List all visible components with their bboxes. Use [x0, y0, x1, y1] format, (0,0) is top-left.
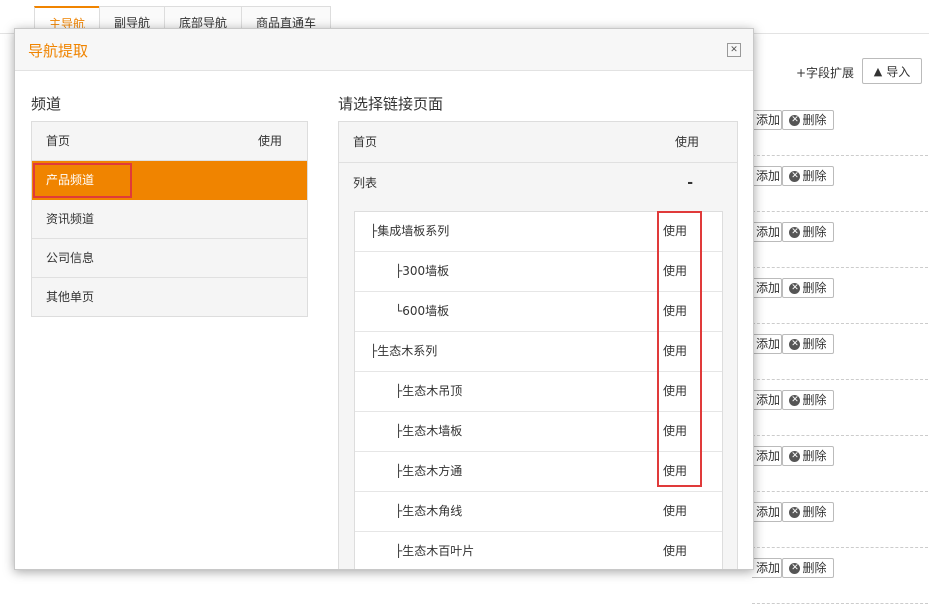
highlight-box — [657, 211, 702, 487]
delete-icon: ✕ — [789, 226, 801, 238]
import-label: 导入 — [886, 64, 911, 79]
channel-use-link[interactable]: 使用 — [258, 122, 282, 160]
add-button[interactable]: 添加 — [752, 390, 782, 410]
sub-page-label: ├生态木百叶片 — [395, 544, 475, 558]
channel-list: 首页 使用 产品频道 资讯频道 公司信息 其他单页 — [31, 121, 308, 317]
bg-list-row: 添加 ✕ 删除 — [752, 212, 928, 268]
channel-item-news[interactable]: 资讯频道 — [32, 200, 307, 239]
bg-list-row: 添加 ✕ 删除 — [752, 548, 928, 604]
delete-label: 删除 — [802, 505, 827, 519]
delete-button[interactable]: ✕ 删除 — [782, 502, 834, 522]
delete-label: 删除 — [802, 169, 827, 183]
delete-icon: ✕ — [789, 562, 801, 574]
delete-icon: ✕ — [789, 282, 801, 294]
dialog-header: 导航提取 ✕ — [15, 29, 753, 71]
bg-list-row: 添加 ✕ 删除 — [752, 100, 928, 156]
page-use-link[interactable]: 使用 — [675, 122, 699, 162]
dialog-title: 导航提取 — [28, 42, 89, 60]
sub-page-label: ├300墙板 — [395, 264, 450, 278]
channel-item-home[interactable]: 首页 使用 — [32, 122, 307, 161]
add-button[interactable]: 添加 — [752, 334, 782, 354]
delete-label: 删除 — [802, 393, 827, 407]
delete-icon: ✕ — [789, 338, 801, 350]
bg-list-row: 添加 ✕ 删除 — [752, 380, 928, 436]
page-label: 列表 — [353, 176, 378, 190]
sub-page-item[interactable]: ├生态木百叶片 使用 — [355, 532, 722, 569]
channel-label: 公司信息 — [46, 251, 95, 265]
collapse-icon[interactable]: - — [687, 163, 693, 203]
delete-label: 删除 — [802, 281, 827, 295]
sub-page-item[interactable]: ├生态木角线 使用 — [355, 492, 722, 532]
delete-icon: ✕ — [789, 506, 801, 518]
delete-icon: ✕ — [789, 170, 801, 182]
channel-label: 资讯频道 — [46, 212, 95, 226]
add-button[interactable]: 添加 — [752, 502, 782, 522]
delete-label: 删除 — [802, 225, 827, 239]
import-button[interactable]: ▲ 导入 — [862, 58, 922, 84]
add-button[interactable]: 添加 — [752, 278, 782, 298]
sub-page-label: ├生态木角线 — [395, 504, 463, 518]
add-button[interactable]: 添加 — [752, 446, 782, 466]
page-label: 首页 — [353, 135, 378, 149]
delete-button[interactable]: ✕ 删除 — [782, 334, 834, 354]
sub-page-use-link[interactable]: 使用 — [663, 532, 687, 569]
bg-list-row: 添加 ✕ 删除 — [752, 492, 928, 548]
delete-button[interactable]: ✕ 删除 — [782, 390, 834, 410]
delete-button[interactable]: ✕ 删除 — [782, 278, 834, 298]
page-heading: 请选择链接页面 — [338, 95, 444, 113]
delete-button[interactable]: ✕ 删除 — [782, 166, 834, 186]
bg-list-row: 添加 ✕ 删除 — [752, 324, 928, 380]
sub-page-label: ├集成墙板系列 — [370, 224, 450, 238]
nav-extract-dialog: 导航提取 ✕ 频道 请选择链接页面 首页 使用 产品频道 资讯频道 公司信息 其… — [14, 28, 754, 570]
import-icon: ▲ — [873, 64, 883, 78]
channel-item-company[interactable]: 公司信息 — [32, 239, 307, 278]
delete-icon: ✕ — [789, 114, 801, 126]
add-button[interactable]: 添加 — [752, 558, 782, 578]
delete-icon: ✕ — [789, 394, 801, 406]
channel-item-products[interactable]: 产品频道 — [32, 161, 307, 200]
delete-label: 删除 — [802, 113, 827, 127]
sub-page-label: ├生态木系列 — [370, 344, 438, 358]
delete-label: 删除 — [802, 449, 827, 463]
add-button[interactable]: 添加 — [752, 222, 782, 242]
add-button[interactable]: 添加 — [752, 166, 782, 186]
channel-item-other[interactable]: 其他单页 — [32, 278, 307, 316]
channel-label: 首页 — [46, 134, 71, 148]
add-button[interactable]: 添加 — [752, 110, 782, 130]
bg-list-row: 添加 ✕ 删除 — [752, 268, 928, 324]
close-icon[interactable]: ✕ — [727, 43, 741, 57]
delete-button[interactable]: ✕ 删除 — [782, 558, 834, 578]
delete-button[interactable]: ✕ 删除 — [782, 446, 834, 466]
bg-list-row: 添加 ✕ 删除 — [752, 436, 928, 492]
channel-label: 其他单页 — [46, 290, 95, 304]
sub-page-label: ├生态木墙板 — [395, 424, 463, 438]
delete-button[interactable]: ✕ 删除 — [782, 110, 834, 130]
delete-icon: ✕ — [789, 450, 801, 462]
delete-label: 删除 — [802, 337, 827, 351]
channel-heading: 频道 — [31, 95, 62, 113]
page-item-home[interactable]: 首页 使用 — [339, 122, 737, 163]
sub-page-label: ├生态木方通 — [395, 464, 463, 478]
delete-button[interactable]: ✕ 删除 — [782, 222, 834, 242]
sub-page-label: ├生态木吊顶 — [395, 384, 463, 398]
page-item-list[interactable]: 列表 - — [339, 163, 737, 203]
highlight-box — [33, 163, 132, 198]
delete-label: 删除 — [802, 561, 827, 575]
field-extension-link[interactable]: +字段扩展 — [796, 64, 854, 82]
sub-page-label: └600墙板 — [395, 304, 450, 318]
sub-page-use-link[interactable]: 使用 — [663, 492, 687, 531]
bg-list-row: 添加 ✕ 删除 — [752, 156, 928, 212]
